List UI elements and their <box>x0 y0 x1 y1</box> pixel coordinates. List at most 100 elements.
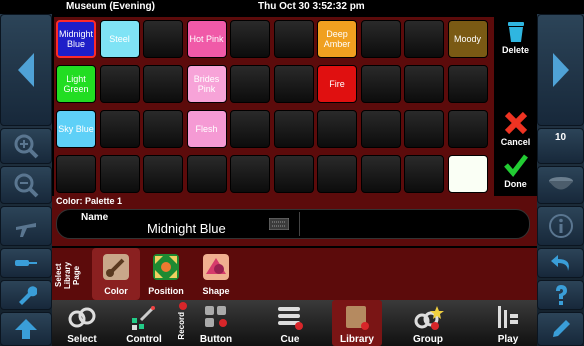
empty-palette-cell[interactable] <box>447 155 488 193</box>
select-icon <box>68 307 96 328</box>
previous-page-button[interactable] <box>0 14 52 126</box>
connect-button[interactable] <box>0 248 52 278</box>
position-icon <box>153 254 179 280</box>
tab-play[interactable]: Play <box>482 300 534 346</box>
tab-cue[interactable]: Cue <box>252 300 328 346</box>
zoom-in-button[interactable] <box>0 128 52 164</box>
done-button[interactable]: Done <box>494 153 537 195</box>
empty-palette-cell[interactable] <box>317 155 357 193</box>
name-field[interactable]: Name Midnight Blue <box>56 209 530 239</box>
left-toolbar <box>0 14 52 346</box>
palette-cell[interactable]: Fire <box>317 65 357 103</box>
palette-cell[interactable]: Moody <box>447 20 488 58</box>
info-button[interactable] <box>537 206 584 246</box>
empty-palette-cell[interactable] <box>230 65 270 103</box>
undo-button[interactable] <box>537 248 584 278</box>
library-color-button[interactable]: Color <box>92 248 140 300</box>
palette-cell-label: Hot Pink <box>189 34 224 44</box>
shape-icon <box>203 254 229 280</box>
tab-button[interactable]: Button <box>190 300 242 346</box>
empty-palette-cell[interactable] <box>230 20 270 58</box>
cancel-button[interactable]: Cancel <box>494 111 537 153</box>
up-button[interactable] <box>0 312 52 346</box>
tab-control-label: Control <box>126 334 162 345</box>
palette-cell[interactable]: Hot Pink <box>186 20 227 58</box>
play-icon <box>498 306 518 328</box>
empty-palette-cell[interactable] <box>56 155 96 193</box>
empty-palette-cell[interactable] <box>273 65 314 103</box>
empty-palette-cell[interactable] <box>447 65 488 103</box>
library-shape-label: Shape <box>202 286 230 296</box>
palette-cell-label: Brides Pink <box>193 74 220 94</box>
empty-palette-cell[interactable] <box>230 155 270 193</box>
palette-cell-label: Moody <box>453 34 481 44</box>
empty-palette-cell[interactable] <box>186 155 227 193</box>
empty-palette-cell[interactable] <box>99 65 140 103</box>
empty-palette-cell[interactable] <box>99 155 140 193</box>
keyboard-icon[interactable] <box>269 218 289 230</box>
library-shape-button[interactable]: Shape <box>192 248 240 300</box>
empty-palette-cell[interactable] <box>404 65 444 103</box>
bowl-button[interactable] <box>537 166 584 204</box>
palette-cell-label: Fire <box>329 79 345 89</box>
palette-cell-label: Steel <box>109 34 130 44</box>
empty-palette-cell[interactable] <box>99 110 140 148</box>
edit-button[interactable] <box>537 312 584 346</box>
palette-cell[interactable]: Light Green <box>56 65 96 103</box>
action-column: Delete Cancel Done <box>494 17 537 196</box>
delete-button[interactable]: Delete <box>494 19 537 61</box>
zoom-out-button[interactable] <box>0 166 52 204</box>
empty-palette-cell[interactable] <box>317 110 357 148</box>
name-field-value: Midnight Blue <box>147 221 226 236</box>
settings-button[interactable] <box>0 280 52 310</box>
empty-palette-cell[interactable] <box>447 110 488 148</box>
status-bar: Museum (Evening) Thu Oct 30 3:52:32 pm <box>0 0 584 14</box>
tab-library[interactable]: Library <box>332 300 382 346</box>
empty-palette-cell[interactable] <box>404 155 444 193</box>
airplane-icon <box>16 223 36 237</box>
help-button[interactable] <box>537 280 584 310</box>
empty-palette-cell[interactable] <box>143 20 183 58</box>
palette-cell[interactable]: Midnight Blue <box>56 20 96 58</box>
palette-cell-label: Light Green <box>63 74 89 94</box>
cue-icon <box>278 307 303 330</box>
zoom-in-icon <box>14 134 39 159</box>
palette-grid: Midnight Blue Steel Hot Pink Deep Amber Mood… <box>54 17 496 196</box>
tab-control[interactable]: Control <box>112 300 176 346</box>
plug-icon <box>15 260 37 266</box>
tab-group[interactable]: Group <box>388 300 468 346</box>
flight-mode-button[interactable] <box>0 206 52 246</box>
empty-palette-cell[interactable] <box>360 155 401 193</box>
palette-cell-label: Deep Amber <box>323 29 351 49</box>
empty-palette-cell[interactable] <box>404 20 444 58</box>
right-toolbar: 10 <box>537 14 584 346</box>
page-count-badge: 10 <box>537 128 584 164</box>
empty-palette-cell[interactable] <box>143 110 183 148</box>
tab-select[interactable]: Select <box>52 300 112 346</box>
empty-palette-cell[interactable] <box>273 110 314 148</box>
pencil-icon <box>552 320 570 337</box>
tab-library-label: Library <box>340 334 374 345</box>
library-position-button[interactable]: Position <box>142 248 190 300</box>
empty-palette-cell[interactable] <box>273 155 314 193</box>
palette-cell[interactable]: Brides Pink <box>186 65 227 103</box>
next-page-button[interactable] <box>537 14 584 126</box>
library-color-label: Color <box>104 286 128 296</box>
empty-palette-cell[interactable] <box>230 110 270 148</box>
empty-palette-cell[interactable] <box>360 20 401 58</box>
done-label: Done <box>504 179 527 189</box>
palette-cell[interactable]: Flesh <box>186 110 227 148</box>
empty-palette-cell[interactable] <box>404 110 444 148</box>
bowl-icon <box>548 177 573 190</box>
palette-cell[interactable]: Steel <box>99 20 140 58</box>
empty-palette-cell[interactable] <box>143 65 183 103</box>
chevron-right-icon <box>552 53 569 87</box>
palette-cell[interactable]: Sky Blue <box>56 110 96 148</box>
record-toggle[interactable]: Record <box>176 300 190 346</box>
empty-palette-cell[interactable] <box>360 65 401 103</box>
empty-palette-cell[interactable] <box>360 110 401 148</box>
library-position-label: Position <box>148 286 184 296</box>
palette-cell[interactable]: Deep Amber <box>317 20 357 58</box>
empty-palette-cell[interactable] <box>273 20 314 58</box>
empty-palette-cell[interactable] <box>143 155 183 193</box>
